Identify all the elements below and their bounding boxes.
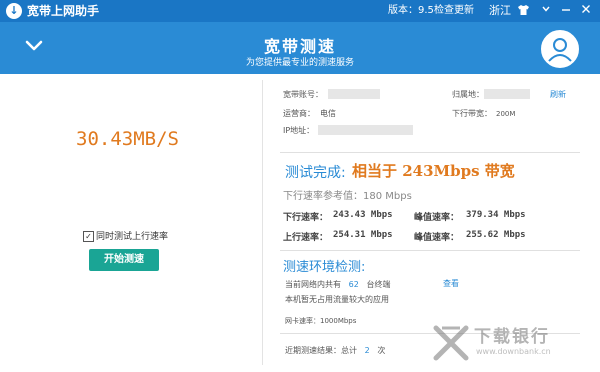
app-logo-icon: ↓ [6,3,22,19]
reference-speed: 下行速率参考值：180 Mbps [283,191,412,202]
isp-value: 电信 [320,109,336,118]
watermark-url: www.downbank.cn [476,347,551,356]
download-rate-label: 下行速率： [283,213,329,223]
shirt-skin-icon[interactable] [517,4,530,20]
location-label: 归属地： [452,90,484,99]
account-label: 宽带账号： [283,90,323,99]
upload-rate-label: 上行速率： [283,233,329,243]
env-check-title: 测速环境检测: [283,260,366,275]
left-panel: 30.43MB/S ✓ 同时测试上行速率 [0,74,262,372]
upload-test-checkbox[interactable]: ✓ [83,231,94,242]
section-divider [280,152,580,153]
download-peak-label: 峰值速率： [414,213,460,223]
downlink-bandwidth-label: 下行带宽： [452,109,492,118]
download-rate-value: 243.43 Mbps [333,210,393,220]
page-header: 宽带测速 为您提供最专业的测速服务 [0,22,600,74]
test-done-label: 测试完成: [285,165,346,181]
no-heavy-apps-text: 本机暂无占用流量较大的应用 [285,295,389,304]
network-devices-text: 当前网络内共有 62 台终端 [285,279,390,290]
speed-result: 30.43MB/S [76,128,179,150]
start-test-button[interactable]: 开始测速 [89,249,159,271]
upload-test-option[interactable]: ✓ 同时测试上行速率 [83,231,168,243]
upload-rate-value: 254.31 Mbps [333,230,393,240]
ip-value-redacted [318,125,413,135]
location-value-redacted [484,89,530,99]
account-value-redacted [328,89,380,99]
upload-peak-value: 255.62 Mbps [466,230,526,240]
site-watermark: 下载银行 www.downbank.cn [432,322,592,368]
isp-label: 运营商： [283,109,315,118]
close-icon[interactable] [581,4,591,18]
watermark-text: 下载银行 [474,327,550,347]
history-suffix: 次 [377,346,386,355]
version-label: 版本：9.5 [388,5,434,16]
page-title: 宽带测速 [263,37,336,56]
page-subtitle: 为您提供最专业的测速服务 [245,58,354,68]
network-prefix: 当前网络内共有 [285,280,341,289]
downlink-bandwidth-value: 200M [496,110,516,118]
user-avatar-icon[interactable] [541,30,579,68]
download-peak-value: 379.34 Mbps [466,210,526,220]
refresh-link[interactable]: 刷新 [550,89,566,100]
nic-rate-text: 网卡速率：1000Mbps [285,317,357,325]
upload-test-label: 同时测试上行速率 [96,232,169,242]
view-devices-link[interactable]: 查看 [443,278,459,289]
app-title: 宽带上网助手 [27,4,100,18]
check-update-link[interactable]: 检查更新 [434,4,474,18]
region-label[interactable]: 浙江 [489,4,511,18]
vertical-divider [262,80,263,365]
history-prefix: 近期测速结果：总计 [285,346,357,355]
minimize-icon[interactable] [561,4,571,18]
menu-chevron-down-icon[interactable] [541,4,551,18]
history-count: 2 [364,346,370,355]
ip-label: IP地址： [283,126,315,135]
upload-peak-label: 峰值速率： [414,233,460,243]
terminal-count: 62 [348,280,359,289]
test-done-value: 相当于 243Mbps 带宽 [352,162,515,180]
network-suffix: 台终端 [366,280,391,289]
title-bar: ↓ 宽带上网助手 版本：9.5 检查更新 浙江 [0,0,600,22]
section-divider [280,250,580,251]
watermark-logo-icon [432,324,470,362]
history-summary[interactable]: 近期测速结果：总计 2 次 [285,345,385,356]
